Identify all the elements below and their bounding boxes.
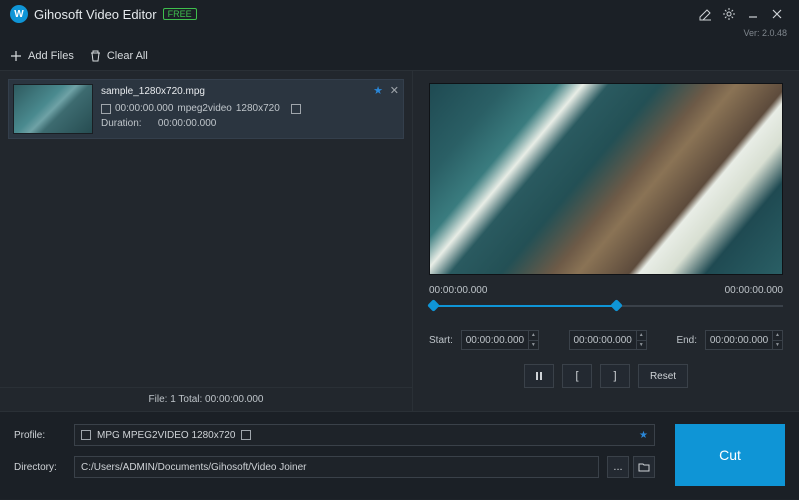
video-preview[interactable]: [429, 83, 783, 275]
reset-button[interactable]: Reset: [638, 364, 688, 388]
mark-out-button[interactable]: ]: [600, 364, 630, 388]
file-item[interactable]: sample_1280x720.mpg 00:00:00.000 mpeg2vi…: [8, 79, 404, 139]
settings-icon[interactable]: [717, 2, 741, 26]
slider-handle-start[interactable]: [427, 299, 440, 312]
pause-button[interactable]: [524, 364, 554, 388]
start-up-button[interactable]: ▲: [529, 331, 538, 341]
file-list: sample_1280x720.mpg 00:00:00.000 mpeg2vi…: [0, 71, 412, 387]
mid-down-button[interactable]: ▼: [637, 341, 646, 350]
directory-browse-button[interactable]: ...: [607, 456, 629, 478]
add-files-label: Add Files: [28, 50, 74, 62]
remove-file-icon[interactable]: ✕: [390, 84, 399, 97]
timeline-start-label: 00:00:00.000: [429, 285, 487, 296]
directory-input[interactable]: C:/Users/ADMIN/Documents/Gihosoft/Video …: [74, 456, 599, 478]
file-time: 00:00:00.000: [115, 101, 173, 116]
mid-time-field[interactable]: [570, 331, 636, 349]
profile-expand-icon[interactable]: [241, 430, 251, 440]
slider-handle-end[interactable]: [610, 299, 623, 312]
mark-in-button[interactable]: [: [562, 364, 592, 388]
file-list-pane: sample_1280x720.mpg 00:00:00.000 mpeg2vi…: [0, 71, 413, 411]
plus-icon: [10, 50, 22, 62]
add-files-button[interactable]: Add Files: [10, 50, 74, 62]
file-name: sample_1280x720.mpg: [101, 84, 399, 99]
timeline-slider[interactable]: [429, 300, 783, 312]
range-row: Start: ▲▼ ▲▼ End: ▲▼: [429, 330, 783, 350]
profile-favorite-icon[interactable]: ★: [639, 430, 648, 441]
directory-open-button[interactable]: [633, 456, 655, 478]
trash-icon: [90, 50, 101, 62]
titlebar: W Gihosoft Video Editor FREE: [0, 0, 799, 28]
preview-pane: 00:00:00.000 00:00:00.000 Start: ▲▼ ▲▼: [413, 71, 799, 411]
expand-icon[interactable]: [291, 104, 301, 114]
mid-up-button[interactable]: ▲: [637, 331, 646, 341]
slider-track-fill: [429, 305, 617, 307]
toolbar: Add Files Clear All: [0, 41, 799, 71]
app-logo-icon: W: [10, 5, 28, 23]
profile-format-icon: [81, 430, 91, 440]
clear-all-label: Clear All: [107, 50, 148, 62]
version-label: Ver: 2.0.48: [0, 28, 799, 41]
duration-value: 00:00:00.000: [158, 116, 216, 131]
playback-controls: [ ] Reset: [429, 364, 783, 388]
app-title: Gihosoft Video Editor: [34, 7, 157, 22]
start-label: Start:: [429, 335, 453, 346]
favorite-icon[interactable]: ★: [373, 84, 383, 97]
file-thumbnail: [13, 84, 93, 134]
file-codec: mpeg2video: [177, 101, 231, 116]
video-format-icon: [101, 104, 111, 114]
clear-all-button[interactable]: Clear All: [90, 50, 148, 62]
profile-label: Profile:: [14, 430, 66, 441]
close-button[interactable]: [765, 2, 789, 26]
duration-label: Duration:: [101, 116, 142, 131]
end-time-field[interactable]: [706, 331, 772, 349]
timeline-end-label: 00:00:00.000: [725, 285, 783, 296]
main-area: sample_1280x720.mpg 00:00:00.000 mpeg2vi…: [0, 71, 799, 411]
file-resolution: 1280x720: [236, 101, 280, 116]
free-badge: FREE: [163, 8, 197, 20]
mid-time-input[interactable]: ▲▼: [569, 330, 647, 350]
file-status: File: 1 Total: 00:00:00.000: [0, 387, 412, 411]
profile-select[interactable]: MPG MPEG2VIDEO 1280x720 ★: [74, 424, 655, 446]
bottom-bar: Profile: MPG MPEG2VIDEO 1280x720 ★ Direc…: [0, 411, 799, 499]
start-down-button[interactable]: ▼: [529, 341, 538, 350]
directory-label: Directory:: [14, 462, 66, 473]
file-info: sample_1280x720.mpg 00:00:00.000 mpeg2vi…: [101, 84, 399, 134]
edit-icon[interactable]: [693, 2, 717, 26]
end-time-input[interactable]: ▲▼: [705, 330, 783, 350]
start-time-field[interactable]: [462, 331, 528, 349]
end-up-button[interactable]: ▲: [773, 331, 782, 341]
end-down-button[interactable]: ▼: [773, 341, 782, 350]
directory-row: Directory: C:/Users/ADMIN/Documents/Giho…: [14, 456, 655, 478]
timeline: 00:00:00.000 00:00:00.000: [429, 285, 783, 312]
end-label: End:: [676, 335, 697, 346]
cut-button[interactable]: Cut: [675, 424, 785, 486]
profile-row: Profile: MPG MPEG2VIDEO 1280x720 ★: [14, 424, 655, 446]
directory-path: C:/Users/ADMIN/Documents/Gihosoft/Video …: [81, 462, 306, 473]
profile-value: MPG MPEG2VIDEO 1280x720: [97, 430, 235, 441]
start-time-input[interactable]: ▲▼: [461, 330, 539, 350]
minimize-button[interactable]: [741, 2, 765, 26]
